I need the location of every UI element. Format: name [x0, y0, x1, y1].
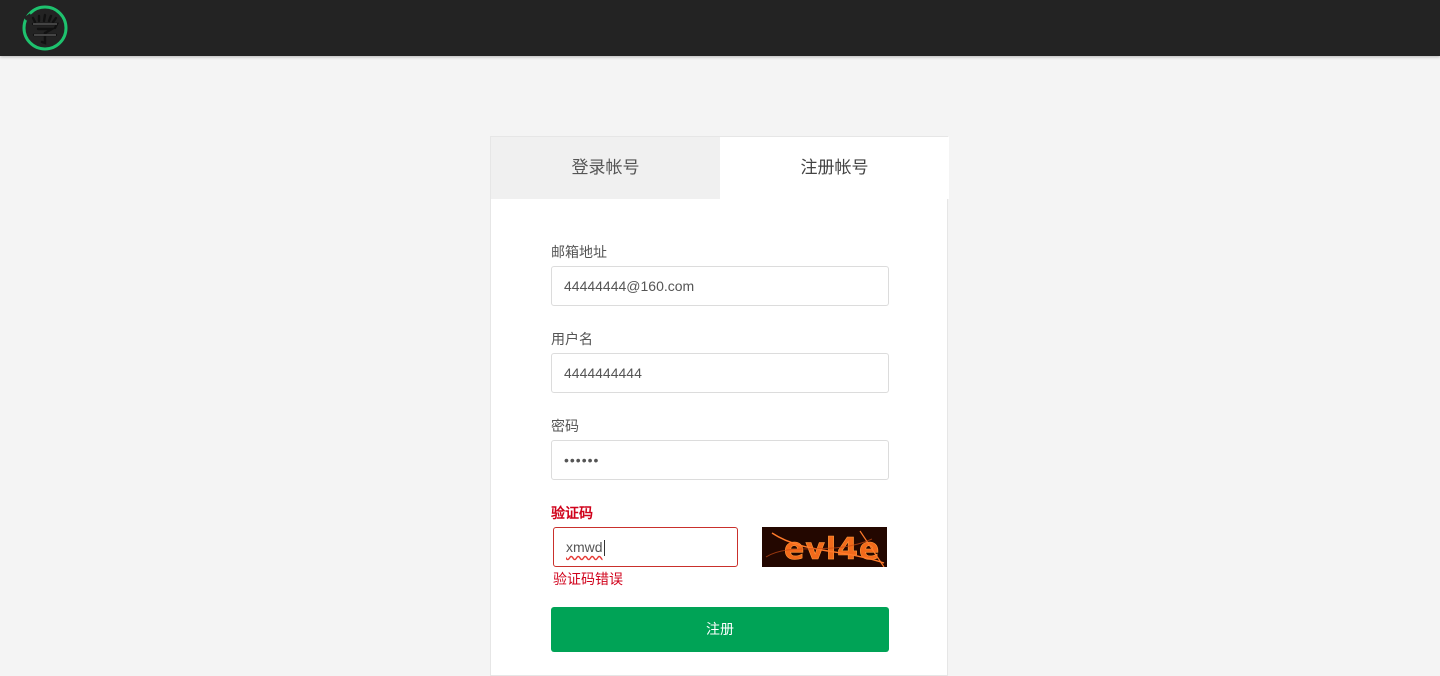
username-field[interactable]: 4444444444	[551, 353, 889, 393]
tab-register[interactable]: 注册帐号	[720, 137, 949, 199]
logo-icon	[22, 5, 68, 51]
captcha-error: 验证码错误	[553, 571, 623, 587]
auth-tabs: 登录帐号 注册帐号	[491, 137, 949, 199]
captcha-label: 验证码	[551, 505, 593, 521]
captcha-image[interactable]: evl4e	[762, 527, 887, 567]
email-field[interactable]: 44444444@160.com	[551, 266, 889, 306]
auth-card: 登录帐号 注册帐号 邮箱地址 44444444@160.com 用户名 4444…	[490, 136, 949, 676]
username-label: 用户名	[551, 331, 593, 347]
password-label: 密码	[551, 418, 579, 434]
captcha-graphic: evl4e	[762, 527, 887, 567]
email-value: 44444444@160.com	[564, 278, 695, 294]
top-navbar	[0, 0, 1440, 56]
username-value: 4444444444	[564, 365, 642, 381]
text-caret	[603, 540, 605, 557]
password-field[interactable]: ••••••	[551, 440, 889, 480]
captcha-field[interactable]: xmwd	[553, 527, 738, 567]
site-logo[interactable]	[21, 5, 69, 51]
captcha-value: xmwd	[566, 539, 603, 555]
password-value: ••••••	[564, 452, 600, 468]
email-label: 邮箱地址	[551, 244, 607, 260]
register-button[interactable]: 注册	[551, 607, 889, 652]
tab-login[interactable]: 登录帐号	[491, 137, 720, 199]
